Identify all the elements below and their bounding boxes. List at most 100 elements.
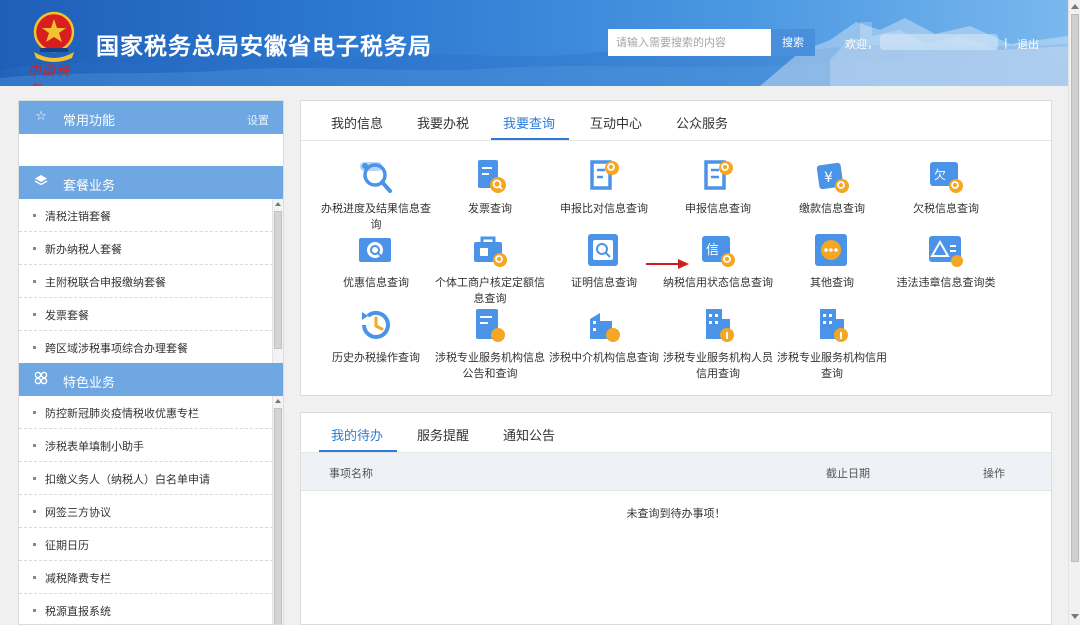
tab-announcement[interactable]: 通知公告 [503, 425, 555, 444]
column-item-name: 事项名称 [329, 467, 373, 480]
sidebar-item-tripartite-agreement[interactable]: 网签三方协议 [19, 495, 273, 528]
scroll-up-arrow-icon[interactable] [1071, 4, 1079, 9]
bullet [33, 411, 36, 414]
func-label: 优惠信息查询 [343, 276, 409, 289]
emblem-signature: 中国税务 [28, 64, 71, 86]
sidebar-section-title: 套餐业务 [63, 179, 116, 194]
agency-credit-icon [820, 309, 848, 342]
scroll-up-arrow-icon[interactable] [275, 399, 281, 403]
other-search-icon [815, 234, 847, 266]
sidebar-item-label: 新办纳税人套餐 [45, 243, 122, 256]
declaration-search-icon [704, 160, 733, 190]
sidebar-section-special[interactable]: 特色业务 [19, 363, 283, 396]
func-agency-staff-credit-query[interactable]: 涉税专业服务机构人员信用查询 [663, 307, 773, 382]
header-separator: | [1004, 36, 1008, 49]
page-scroll-thumb[interactable] [1071, 14, 1079, 562]
func-invoice-query[interactable]: 发票查询 [435, 158, 545, 217]
sidebar-item-tax-calendar[interactable]: 征期日历 [19, 528, 273, 561]
bullet [33, 510, 36, 513]
declaration-compare-icon [590, 160, 619, 190]
func-agency-credit-query[interactable]: 涉税专业服务机构信用查询 [777, 307, 887, 382]
tab-public-service[interactable]: 公众服务 [676, 113, 728, 132]
sidebar-item-form-assistant[interactable]: 涉税表单填制小助手 [19, 429, 273, 462]
sidebar-item-label: 主附税联合申报缴纳套餐 [45, 276, 166, 289]
special-list-scrollbar[interactable] [272, 396, 283, 624]
package-scroll-thumb[interactable] [274, 211, 282, 349]
search-input[interactable] [608, 29, 771, 56]
func-arrears-query[interactable]: 欠 欠税信息查询 [891, 158, 1001, 217]
payment-search-icon: ¥ [816, 162, 849, 193]
svg-text:信: 信 [706, 243, 719, 258]
scroll-down-arrow-icon[interactable] [1071, 614, 1079, 619]
func-declaration-query[interactable]: 申报信息查询 [663, 158, 773, 217]
violation-warning-icon [929, 236, 963, 267]
sidebar-item-covid-tax-relief[interactable]: 防控新冠肺炎疫情税收优惠专栏 [19, 396, 273, 429]
func-label: 涉税中介机构信息查询 [549, 351, 659, 364]
sidebar-item-whitelist-application[interactable]: 扣缴义务人（纳税人）白名单申请 [19, 462, 273, 495]
active-tab-underline [491, 138, 569, 140]
credit-status-icon: 信 [702, 236, 735, 267]
business-quota-icon [474, 236, 507, 267]
sidebar-item-new-taxpayer-package[interactable]: 新办纳税人套餐 [19, 232, 273, 265]
tab-interaction[interactable]: 互动中心 [590, 113, 642, 132]
sidebar-item-label: 征期日历 [45, 539, 89, 552]
func-tax-progress-query[interactable]: 办税进度及结果信息查询 [321, 158, 431, 233]
tab-tax-handling[interactable]: 我要办税 [417, 113, 469, 132]
bullet [33, 280, 36, 283]
func-label: 历史办税操作查询 [332, 351, 420, 364]
func-payment-query[interactable]: ¥ 缴款信息查询 [777, 158, 887, 217]
tab-service-reminder[interactable]: 服务提醒 [417, 425, 469, 444]
column-deadline: 截止日期 [826, 467, 870, 480]
bullet [33, 214, 36, 217]
page-scrollbar[interactable] [1068, 0, 1080, 625]
special-scroll-thumb[interactable] [274, 408, 282, 624]
package-list-scrollbar[interactable] [272, 199, 283, 363]
svg-text:欠: 欠 [934, 167, 946, 182]
func-violation-query[interactable]: 违法违章信息查询类 [891, 232, 1001, 291]
site-header: 中国税务 国家税务总局安徽省电子税务局 搜索 欢迎， | 退出 [0, 0, 1068, 86]
func-agency-announce-query[interactable]: 涉税专业服务机构信息公告和查询 [435, 307, 545, 382]
sidebar-item-invoice-package[interactable]: 发票套餐 [19, 298, 273, 331]
red-pointer-arrow-icon [646, 259, 689, 269]
grid-flower-icon [33, 371, 49, 387]
scroll-up-arrow-icon[interactable] [275, 202, 281, 206]
todo-panel: 我的待办 服务提醒 通知公告 事项名称 截止日期 操作 未查询到待办事项！ [300, 412, 1052, 625]
special-list: 防控新冠肺炎疫情税收优惠专栏 涉税表单填制小助手 扣缴义务人（纳税人）白名单申请… [19, 396, 273, 624]
func-label: 申报信息查询 [685, 202, 751, 215]
sidebar-item-tax-source-report[interactable]: 税源直报系统 [19, 594, 273, 624]
tab-my-info[interactable]: 我的信息 [331, 113, 383, 132]
package-list: 清税注销套餐 新办纳税人套餐 主附税联合申报缴纳套餐 发票套餐 跨区域涉税事项综… [19, 199, 273, 364]
agency-staff-credit-icon [706, 309, 734, 342]
search-button[interactable]: 搜索 [771, 29, 815, 56]
sidebar-section-common[interactable]: ☆ 常用功能 设置 [19, 101, 283, 134]
func-intermediary-query[interactable]: 涉税中介机构信息查询 [549, 307, 659, 366]
sidebar-item-joint-declaration-package[interactable]: 主附税联合申报缴纳套餐 [19, 265, 273, 298]
func-other-query[interactable]: 其他查询 [777, 232, 887, 291]
func-certificate-query[interactable]: 证明信息查询 [549, 232, 659, 291]
todo-empty-message: 未查询到待办事项！ [626, 507, 726, 520]
sidebar-item-clear-tax-package[interactable]: 清税注销套餐 [19, 199, 273, 232]
sidebar-item-label: 清税注销套餐 [45, 210, 111, 223]
search-progress-icon [360, 162, 392, 193]
sidebar-item-tax-reduction[interactable]: 减税降费专栏 [19, 561, 273, 594]
tab-my-todo[interactable]: 我的待办 [331, 425, 383, 444]
sidebar-item-label: 涉税表单填制小助手 [45, 440, 144, 453]
sidebar-section-title: 常用功能 [63, 114, 116, 129]
func-declaration-compare-query[interactable]: 申报比对信息查询 [549, 158, 659, 217]
func-business-quota-query[interactable]: 个体工商户核定定额信息查询 [435, 232, 545, 307]
func-history-query[interactable]: 历史办税操作查询 [321, 307, 431, 366]
func-label: 涉税专业服务机构人员信用查询 [663, 351, 773, 380]
layers-icon [33, 174, 49, 190]
bullet [33, 576, 36, 579]
sidebar-item-cross-region-package[interactable]: 跨区域涉税事项综合办理套餐 [19, 331, 273, 364]
settings-link[interactable]: 设置 [247, 112, 269, 128]
active-tab-underline [319, 450, 397, 452]
preferential-search-icon [359, 238, 391, 262]
sidebar-item-label: 扣缴义务人（纳税人）白名单申请 [45, 473, 210, 486]
tab-query[interactable]: 我要查询 [503, 113, 555, 132]
sidebar-section-package[interactable]: 套餐业务 [19, 166, 283, 199]
query-panel: 我的信息 我要办税 我要查询 互动中心 公众服务 办税进度及结果信息查询 发票查… [300, 100, 1052, 396]
logout-link[interactable]: 退出 [1017, 36, 1039, 52]
bullet [33, 543, 36, 546]
func-preferential-query[interactable]: 优惠信息查询 [321, 232, 431, 291]
